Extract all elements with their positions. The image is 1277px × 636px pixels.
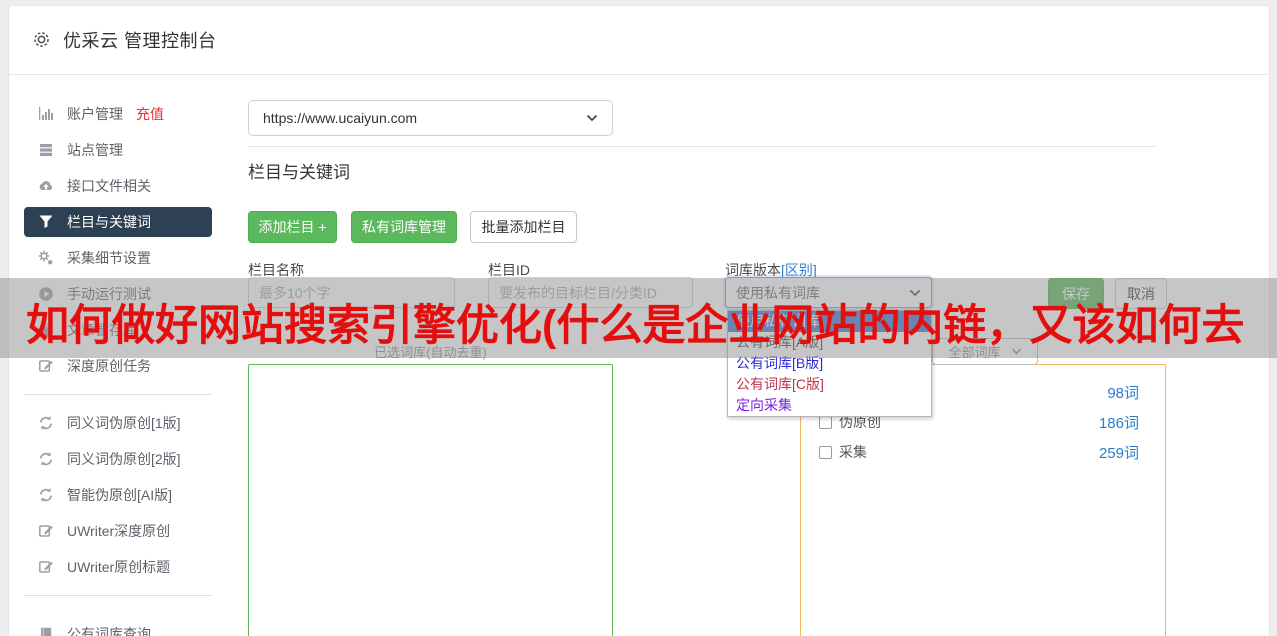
watermark-text: 如何做好网站搜索引擎优化(什么是企业网站的内链，又该如何去 — [0, 283, 1244, 353]
sidebar-item-collect-settings[interactable]: 采集细节设置 — [24, 240, 212, 276]
edit-icon — [38, 358, 54, 374]
word-list-checkbox[interactable] — [819, 446, 832, 459]
word-list-checkbox[interactable] — [819, 416, 832, 429]
sidebar-item-public-lib-query[interactable]: 公有词库查询 — [24, 616, 212, 636]
sidebar-item-interface-files[interactable]: 接口文件相关 — [24, 168, 212, 204]
chevron-down-icon — [586, 114, 598, 122]
refresh-icon — [38, 415, 54, 431]
recharge-badge[interactable]: 充值 — [136, 104, 164, 124]
sidebar-item-uwriter-deep[interactable]: UWriter深度原创 — [24, 513, 212, 549]
batch-add-column-button[interactable]: 批量添加栏目 — [470, 211, 577, 243]
sidebar-item-label: 采集细节设置 — [67, 248, 151, 268]
sidebar-item-label: UWriter原创标题 — [67, 557, 170, 577]
app-root: 优采云 管理控制台 账户管理 充值 站点管理 接口文件相关 栏目与关键词 采集细… — [0, 0, 1277, 636]
sidebar-item-label: 智能伪原创[AI版] — [67, 485, 172, 505]
sidebar-item-label: 同义词伪原创[2版] — [67, 449, 181, 469]
sidebar-item-synonym-2[interactable]: 同义词伪原创[2版] — [24, 441, 212, 477]
filter-icon — [38, 214, 54, 230]
sidebar-item-ai-rewrite[interactable]: 智能伪原创[AI版] — [24, 477, 212, 513]
dropdown-option-public-c[interactable]: 公有词库[C版] — [728, 374, 931, 395]
sidebar-item-label: 公有词库查询 — [67, 624, 151, 636]
add-column-button[interactable]: 添加栏目 + — [248, 211, 337, 243]
chart-bar-icon — [38, 106, 54, 122]
section-divider — [248, 146, 1157, 147]
sidebar-item-account[interactable]: 账户管理 充值 — [24, 96, 212, 132]
page-title: 栏目与关键词 — [248, 158, 350, 183]
sidebar-divider — [24, 394, 212, 395]
site-url-select[interactable]: https://www.ucaiyun.com — [248, 100, 613, 136]
server-icon — [38, 142, 54, 158]
refresh-icon — [38, 487, 54, 503]
cloud-upload-icon — [38, 178, 54, 194]
private-lib-manage-button[interactable]: 私有词库管理 — [351, 211, 457, 243]
sidebar-item-label: 栏目与关键词 — [67, 212, 151, 232]
gears-icon — [38, 250, 54, 266]
sidebar-item-label: 深度原创任务 — [67, 356, 151, 376]
refresh-icon — [38, 451, 54, 467]
sidebar-item-label: UWriter深度原创 — [67, 521, 170, 541]
version-diff-link[interactable]: [区别] — [781, 262, 817, 278]
sidebar-item-label: 同义词伪原创[1版] — [67, 413, 181, 433]
word-list-row: 采集 259词 — [801, 437, 1165, 467]
word-count: 186词 — [1099, 412, 1139, 433]
dropdown-option-directed-collect[interactable]: 定向采集 — [728, 395, 931, 416]
sidebar-item-columns-keywords[interactable]: 栏目与关键词 — [24, 207, 212, 237]
app-header: 优采云 管理控制台 — [8, 5, 1270, 75]
gear-icon — [32, 30, 51, 49]
book-icon — [38, 626, 54, 636]
word-count: 259词 — [1099, 442, 1139, 463]
sidebar-divider — [24, 595, 212, 596]
sidebar-item-synonym-1[interactable]: 同义词伪原创[1版] — [24, 405, 212, 441]
site-url-value: https://www.ucaiyun.com — [263, 110, 417, 126]
sidebar-item-label: 站点管理 — [67, 140, 123, 160]
watermark-banner-overlay: 如何做好网站搜索引擎优化(什么是企业网站的内链，又该如何去 — [0, 278, 1277, 358]
edit-icon — [38, 559, 54, 575]
sidebar-item-label: 接口文件相关 — [67, 176, 151, 196]
sidebar: 账户管理 充值 站点管理 接口文件相关 栏目与关键词 采集细节设置 手动运行测试… — [24, 96, 212, 636]
word-list-label: 采集 — [839, 442, 867, 462]
app-title: 优采云 管理控制台 — [63, 27, 217, 53]
selected-keywords-box — [248, 364, 613, 636]
sidebar-item-label: 账户管理 — [67, 104, 123, 124]
word-count: 98词 — [1107, 382, 1139, 403]
sidebar-item-uwriter-title[interactable]: UWriter原创标题 — [24, 549, 212, 585]
sidebar-item-sites[interactable]: 站点管理 — [24, 132, 212, 168]
edit-icon — [38, 523, 54, 539]
